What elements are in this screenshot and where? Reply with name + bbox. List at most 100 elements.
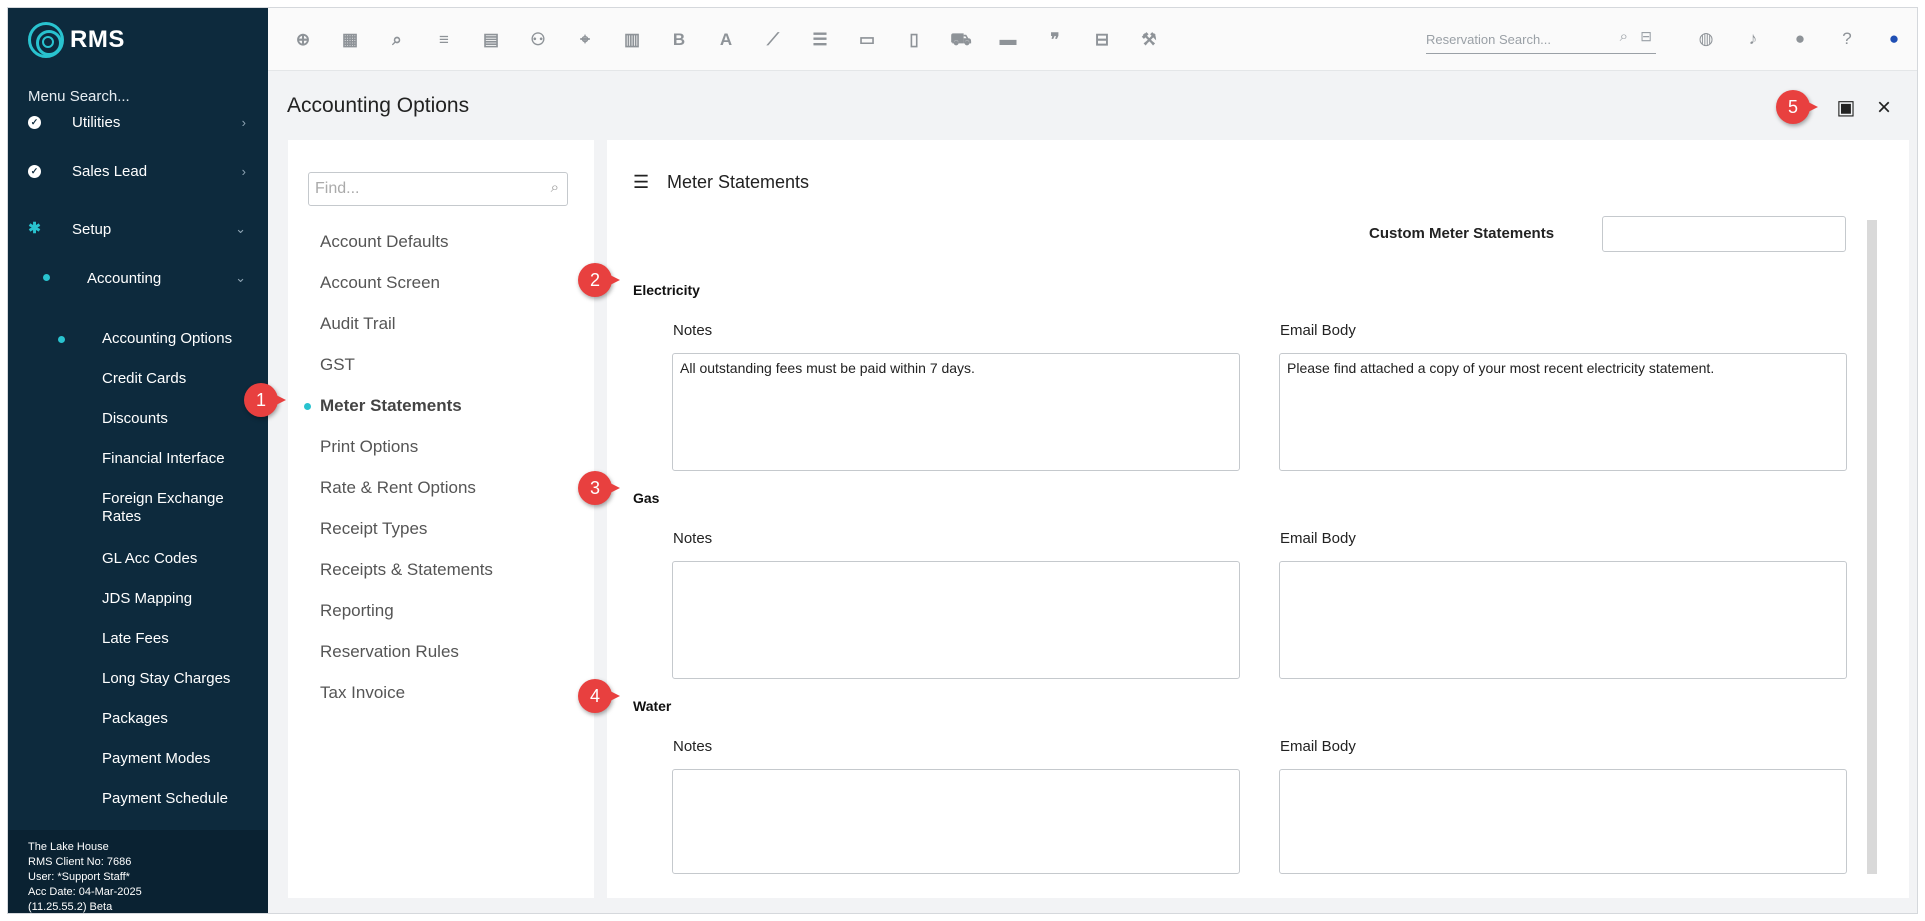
chevron-down-icon: ⌄ [235,270,246,285]
save-icon[interactable]: ▣ [1834,96,1858,120]
sidebar: RMS Menu Search... ✓ Utilities › ✓ Sales… [8,8,268,913]
gas-email-field[interactable] [1279,561,1847,679]
sidebar-footer: The Lake House RMS Client No: 7686 User:… [8,830,268,913]
chevron-down-icon: ⌄ [235,221,246,236]
menu-icon[interactable]: ☰ [633,172,649,193]
sidebar-item-sales-lead[interactable]: ✓ Sales Lead › [8,151,268,191]
option-audit-trail[interactable]: Audit Trail [320,314,396,334]
gas-notes-label: Notes [673,530,713,547]
water-email-field[interactable] [1279,769,1847,874]
utilities-icon: ✓ [28,116,41,129]
gas-title: Gas [633,490,660,506]
check-circle-icon: ✓ [28,164,41,178]
gas-email-label: Email Body [1280,530,1356,547]
callout-2: 2 [578,263,620,297]
active-dot [43,274,50,281]
option-receipt-types[interactable]: Receipt Types [320,519,427,539]
logo-text: RMS [70,26,125,53]
hammer-icon[interactable]: ⚒ [1137,28,1161,52]
app-window: RMS Menu Search... ✓ Utilities › ✓ Sales… [7,7,1918,914]
bill-icon[interactable]: ▬ [996,28,1020,52]
electricity-email-field[interactable]: Please find attached a copy of your most… [1279,353,1847,471]
logo-icon [28,22,64,58]
rms-logo[interactable]: RMS [28,20,125,60]
electricity-notes-label: Notes [673,322,713,339]
option-reservation-rules[interactable]: Reservation Rules [320,642,459,662]
option-print-options[interactable]: Print Options [320,437,418,457]
sidebar-item-label: Sales Lead [72,162,148,180]
help-icon[interactable]: ? [1835,27,1859,51]
option-rate-rent-options[interactable]: Rate & Rent Options [320,478,476,498]
section-title: Meter Statements [667,172,810,192]
meter-statements-panel: ☰ Meter Statements Custom Meter Statemen… [607,140,1909,898]
gear-icon: ✱ [28,220,41,237]
scrollbar[interactable] [1867,220,1877,874]
calendar-icon[interactable]: ▦ [338,28,362,52]
callout-5: 5 [1776,90,1818,124]
callout-4: 4 [578,679,620,713]
page-title: Accounting Options [287,94,470,117]
sidebar-item-setup[interactable]: ✱ Setup ⌄ [8,209,268,249]
option-tax-invoice[interactable]: Tax Invoice [320,683,405,703]
option-account-defaults[interactable]: Account Defaults [320,232,449,252]
active-dot [58,336,65,343]
top-toolbar: ⊕ ▦ ⌕ ≡ ▤ ⚇ ⌖ ▥ B A ⟋ ☰ ▭ ▯ ⛟ ▬ ❞ ⊟ ⚒ ⌕ … [268,8,1917,71]
sidebar-item-label: Utilities [72,116,121,131]
option-reporting[interactable]: Reporting [320,601,394,621]
user-icon[interactable]: ● [1882,27,1906,51]
footer-property: The Lake House [28,841,109,853]
guests-icon[interactable]: ⚇ [526,28,550,52]
card-icon[interactable]: ▭ [855,28,879,52]
report-icon[interactable]: ▯ [902,28,926,52]
text-icon[interactable]: A [714,28,738,52]
checklist-icon[interactable]: ☰ [808,28,832,52]
option-receipts-statements[interactable]: Receipts & Statements [320,560,493,580]
sidebar-item-utilities[interactable]: ✓ Utilities › [8,116,268,142]
close-icon[interactable]: × [1872,96,1896,120]
chevron-right-icon: › [241,163,246,179]
gas-notes-field[interactable] [672,561,1240,679]
map-pin-icon[interactable]: ⌖ [573,28,597,52]
quote-icon[interactable]: ❞ [1043,28,1067,52]
water-notes-label: Notes [673,738,713,755]
sidebar-item-accounting[interactable]: Accounting ⌄ [8,258,268,298]
reservation-search-input[interactable] [1426,26,1616,52]
sidebar-item-label: Accounting [87,269,162,287]
sidebar-menu: ✓ Utilities › ✓ Sales Lead › ✱ Setup ⌄ A… [8,116,268,830]
water-email-label: Email Body [1280,738,1356,755]
footer-client-no: RMS Client No: 7686 [28,856,132,868]
cart-icon[interactable]: ⛟ [949,28,973,52]
option-account-screen[interactable]: Account Screen [320,273,440,293]
reservation-search: ⌕ ⊟ [1426,26,1656,54]
grid-icon[interactable]: ▤ [479,28,503,52]
electricity-title: Electricity [633,282,700,298]
footer-acc-date: Acc Date: 04-Mar-2025 [28,886,142,898]
add-icon[interactable]: ⊕ [291,28,315,52]
electricity-notes-field[interactable]: All outstanding fees must be paid within… [672,353,1240,471]
custom-meter-statements-label: Custom Meter Statements [1369,225,1555,242]
bell-icon[interactable]: ♪ [1741,27,1765,51]
bed-icon[interactable]: ⊟ [1640,28,1652,45]
callout-3: 3 [578,471,620,505]
bold-icon[interactable]: B [667,28,691,52]
map-icon[interactable]: ▥ [620,28,644,52]
chart-icon[interactable]: ⟋ [761,28,785,52]
chat-icon[interactable]: ● [1788,27,1812,51]
menu-search[interactable]: Menu Search... [28,88,130,105]
water-title: Water [633,698,672,714]
search-icon[interactable]: ⌕ [1620,28,1628,45]
globe-icon[interactable]: ◍ [1694,27,1718,51]
option-gst[interactable]: GST [320,355,355,375]
filters-icon[interactable]: ≡ [432,28,456,52]
water-notes-field[interactable] [672,769,1240,874]
search-icon[interactable]: ⌕ [385,28,409,52]
custom-meter-statements-input[interactable] [1602,216,1846,252]
footer-version: (11.25.55.2) Beta [28,901,113,913]
electricity-email-label: Email Body [1280,322,1356,339]
search-icon[interactable]: ⌕ [551,179,559,196]
option-meter-statements[interactable]: Meter Statements [320,396,462,416]
bed-icon[interactable]: ⊟ [1090,28,1114,52]
chevron-right-icon: › [241,116,246,130]
find-input[interactable] [315,177,535,201]
options-panel: ⌕ Account Defaults Account Screen Audit … [288,140,594,898]
